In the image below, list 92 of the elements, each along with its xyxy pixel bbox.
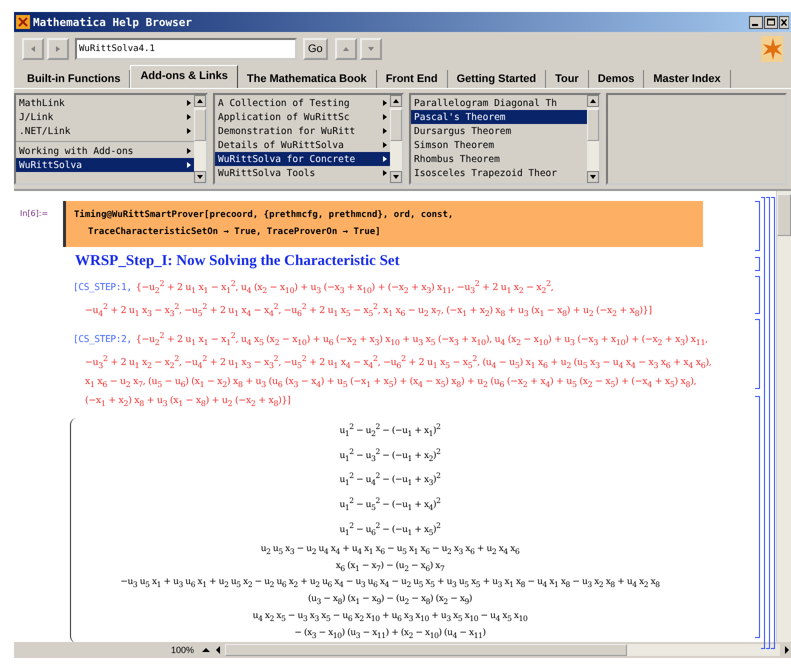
list-item[interactable]: WuRittSolva Tools	[215, 166, 390, 180]
fraction-numerator: u$_{4}$ x$_{2}$ x$_{5}$ − u$_{3}$ x$_{3}$ x$_{5}$ − u$_{6}$ x$_{2}$ x$_{10}$ + u$_{6}$ x$_{3}$ x$_{10}$ + u$_{3}$ x$_{5}$ x$_{10}$ − u$_{4}$ x$_{5}$ x$_{10}$	[252, 610, 528, 625]
scrollbar[interactable]	[390, 95, 402, 183]
left-arrow-icon	[29, 45, 37, 53]
scroll-down-icon[interactable]	[194, 171, 206, 183]
fraction-numerator: −u$_{3}$ u$_{5}$ x$_{1}$ + u$_{3}$ u$_{6}$ x$_{1}$ + u$_{2}$ u$_{5}$ x$_{2}$ − u$_{2}$ u$_{6}$ x$_{2}$ + u$_{2}$ u$_{6}$ x$_{4}$ − u$_{3}$ u$_{6}$ x$_{4}$ − u$_{2}$ u$_{5}$ x$_{5}$ + u$_{3}$ u$_{5}$ x$_{5}$ + u$_{3}$ x$_{1}$ x$_{8}$ − u$_{4}$ x$_{1}$ x$_{8}$ − u$_{3}$ x$_{2}$ x$_{8}$ + u$_{4}$ x$_{2}$ x$_{8}$	[120, 576, 660, 592]
group-bracket[interactable]	[766, 197, 770, 649]
cell-bracket[interactable]	[755, 396, 760, 638]
submenu-arrow-icon	[383, 100, 387, 106]
list-item[interactable]: Simson Theorem	[411, 138, 587, 152]
list-item[interactable]: Pascal's Theorem	[411, 110, 587, 124]
math-expression: u$_{1}$$^{2}$ − u$_{3}$$^{2}$ − (−u$_{1}$ + x$_{2}$)$^{2}$	[339, 446, 441, 464]
tab[interactable]: Add-ons & Links	[130, 65, 238, 88]
list-item[interactable]: Rhombus Theorem	[411, 152, 587, 166]
right-arrow-icon	[54, 45, 62, 53]
list-item[interactable]: Parallelogram Diagonal Th	[411, 96, 587, 110]
submenu-arrow-icon	[383, 156, 387, 162]
list-item[interactable]: Working with Add-ons	[16, 144, 194, 158]
list-item[interactable]: WuRittSolva for Concrete	[215, 152, 390, 166]
math-expression: u$_{1}$$^{2}$ − u$_{6}$$^{2}$ − (−u$_{1}$ + x$_{5}$)$^{2}$	[339, 520, 441, 539]
submenu-arrow-icon	[383, 114, 387, 120]
fraction-denominator: (u$_{3}$ − x$_{8}$) (x$_{1}$ − x$_{9}$) − (u$_{2}$ − x$_{8}$) (x$_{2}$ − x$_{9}$)	[308, 593, 472, 608]
math-expression: −u$_{4}$$^{2}$ + 2 u$_{1}$ x$_{3}$ − x$_{3}$$^{2}$, −u$_{5}$$^{2}$ + 2 u$_{1}$ x$_{4}$ − x$_{4}$$^{2}$, −u$_{6}$$^{2}$ + 2 u$_{1}$ x$_{5}$ − x$_{5}$$^{2}$, x$_{1}$ x$_{6}$ − u$_{2}$ x$_{7}$, (−x$_{1}$ + x$_{2}$) x$_{8}$ + u$_{3}$ (x$_{1}$ − x$_{8}$) + u$_{2}$ (−x$_{2}$ + x$_{8}$)}]	[85, 305, 652, 316]
fraction-denominator: − (x$_{3}$ − x$_{10}$) (u$_{3}$ − x$_{11}$) + (x$_{2}$ − x$_{10}$) (u$_{4}$ − x$_{11}$)	[294, 626, 486, 642]
submenu-arrow-icon	[383, 128, 387, 134]
code-line: Timing@WuRittSmartProver[precoord, {prethmcfg, prethmcnd}, ord, const,	[74, 208, 454, 222]
cell-bracket[interactable]	[755, 201, 760, 251]
list-item[interactable]: Dursargus Theorem	[411, 124, 587, 138]
scroll-up-icon[interactable]	[587, 95, 599, 107]
zoom-level[interactable]: 100%	[167, 645, 198, 655]
scroll-down-icon[interactable]	[587, 171, 599, 183]
submenu-arrow-icon	[187, 100, 191, 106]
go-button[interactable]: Go	[303, 38, 328, 60]
math-expression: u$_{1}$$^{2}$ − u$_{4}$$^{2}$ − (−u$_{1}$ + x$_{3}$)$^{2}$	[339, 470, 441, 490]
cell-bracket[interactable]	[755, 319, 760, 389]
submenu-arrow-icon	[187, 162, 191, 168]
math-expression: u$_{1}$$^{2}$ − u$_{2}$$^{2}$ − (−u$_{1}$ + x$_{1}$)$^{2}$	[339, 420, 441, 440]
math-expression: x$_{1}$ x$_{6}$ − u$_{2}$ x$_{7}$, (u$_{5}$ − u$_{6}$) (x$_{1}$ − x$_{2}$) x$_{8}$ + u$_{3}$ (u$_{6}$ (x$_{3}$ − x$_{4}$) + u$_{5}$ (−x$_{1}$ + x$_{5}$) + (x$_{4}$ − x$_{5}$) x$_{8}$) + u$_{2}$ (u$_{6}$ (−x$_{2}$ + x$_{4}$) + u$_{5}$ (x$_{2}$ − x$_{5}$) + (−x$_{4}$ + x$_{5}$) x$_{8}$),	[85, 376, 696, 387]
fraction-numerator: u$_{2}$ u$_{5}$ x$_{3}$ − u$_{2}$ u$_{4}$ x$_{4}$ + u$_{4}$ x$_{1}$ x$_{6}$ − u$_{5}$ x$_{1}$ x$_{6}$ − u$_{2}$ x$_{3}$ x$_{6}$ + u$_{2}$ x$_{4}$ x$_{6}$	[260, 542, 520, 558]
math-expression: {−u$_{2}$$^{2}$ + 2 u$_{1}$ x$_{1}$ − x$_{1}$$^{2}$, u$_{4}$ x$_{5}$ (x$_{2}$ − x$_{10}$) + u$_{6}$ (−x$_{2}$ + x$_{3}$) x$_{10}$ + u$_{3}$ x$_{5}$ (−x$_{3}$ + x$_{10}$), u$_{4}$ (x$_{2}$ − x$_{10}$) + u$_{3}$ (−x$_{3}$ + x$_{10}$) + (−x$_{2}$ + x$_{3}$) x$_{11}$,	[136, 334, 708, 346]
maximize-icon[interactable]	[764, 16, 778, 28]
submenu-arrow-icon	[383, 170, 387, 176]
submenu-arrow-icon	[187, 114, 191, 120]
submenu-arrow-icon	[187, 148, 191, 154]
up-button[interactable]	[334, 38, 357, 60]
zoom-up-icon[interactable]	[201, 645, 212, 655]
cell-bracket[interactable]	[755, 276, 760, 314]
down-button[interactable]	[360, 38, 382, 60]
list-item[interactable]: .NET/Link	[16, 124, 194, 138]
submenu-arrow-icon	[187, 128, 191, 134]
list-item[interactable]: Details of WuRittSolva	[215, 138, 390, 152]
back-button[interactable]	[22, 38, 44, 60]
math-expression: (−x$_{1}$ + x$_{2}$) x$_{8}$ + u$_{3}$ (x$_{1}$ − x$_{8}$) + u$_{2}$ (−x$_{2}$ + x$_{8}$)}]	[85, 394, 291, 406]
cell-bracket[interactable]	[755, 257, 760, 271]
vertical-scrollbar[interactable]	[776, 191, 791, 642]
app-icon	[16, 15, 30, 29]
list-item[interactable]: J/Link	[16, 110, 194, 124]
group-bracket[interactable]	[761, 197, 765, 649]
scrollbar[interactable]	[194, 95, 206, 183]
address-field[interactable]: WuRittSolva4.1	[75, 38, 297, 60]
list-item[interactable]: Demonstration for WuRitt	[215, 124, 390, 138]
minimize-icon[interactable]	[749, 16, 763, 28]
fraction-denominator: x$_{6}$ (x$_{1}$ − x$_{7}$) − (u$_{2}$ − x$_{6}$) x$_{7}$	[336, 560, 444, 574]
star-burst-icon	[761, 36, 783, 62]
step-label: [CS_STEP:2,	[73, 334, 132, 346]
window-title: Mathematica Help Browser	[33, 16, 192, 28]
math-expression: u$_{1}$$^{2}$ − u$_{5}$$^{2}$ − (−u$_{1}$ + x$_{4}$)$^{2}$	[339, 495, 441, 514]
math-expression: −u$_{3}$$^{2}$ + 2 u$_{1}$ x$_{2}$ − x$_{2}$$^{2}$, −u$_{4}$$^{2}$ + 2 u$_{1}$ x$_{3}$ − x$_{3}$$^{2}$, −u$_{5}$$^{2}$ + 2 u$_{1}$ x$_{4}$ − x$_{4}$$^{2}$, −u$_{6}$$^{2}$ + 2 u$_{1}$ x$_{5}$ − x$_{5}$$^{2}$, (u$_{4}$ − u$_{5}$) x$_{1}$ x$_{6}$ + u$_{2}$ (u$_{5}$ x$_{3}$ − u$_{4}$ x$_{4}$ − x$_{3}$ x$_{6}$ + x$_{4}$ x$_{6}$),	[85, 357, 712, 368]
input-label: In[6]:=	[20, 208, 50, 218]
list-item[interactable]: A Collection of Testing	[215, 96, 390, 110]
scroll-up-icon[interactable]	[390, 95, 402, 107]
math-expression: {−u$_{2}$$^{2}$ + 2 u$_{1}$ x$_{1}$ − x$_{1}$$^{2}$, u$_{4}$ (x$_{2}$ − x$_{10}$) + u$_{3}$ (−x$_{3}$ + x$_{10}$) + (−x$_{2}$ + x$_{3}$) x$_{11}$, −u$_{3}$$^{2}$ + 2 u$_{1}$ x$_{2}$ − x$_{2}$$^{2}$,	[136, 282, 554, 294]
up-arrow-icon	[342, 45, 350, 53]
close-icon[interactable]	[779, 16, 789, 28]
list-item[interactable]: Isosceles Trapezoid Theor	[411, 166, 587, 180]
scroll-up-icon[interactable]	[194, 95, 206, 107]
list-item[interactable]: WuRittSolva	[16, 158, 194, 172]
input-cell[interactable]: Timing@WuRittSmartProver[precoord, {prethmcfg, prethmcnd}, ord, const, TraceCharacteristicSetOn → True, TraceProverOn → True]	[63, 201, 703, 247]
submenu-arrow-icon	[383, 142, 387, 148]
section-heading: WRSP_Step_I: Now Solving the Characteristic Set	[75, 253, 401, 270]
forward-button[interactable]	[47, 38, 69, 60]
code-line: TraceCharacteristicSetOn → True, TraceProverOn → True]	[87, 226, 382, 239]
step-label: [CS_STEP:1,	[73, 282, 132, 294]
scrollbar[interactable]	[587, 95, 599, 183]
scroll-down-icon[interactable]	[390, 171, 402, 183]
group-bracket[interactable]	[771, 197, 775, 649]
horizontal-scrollbar[interactable]	[225, 644, 780, 656]
list-item[interactable]: Application of WuRittSc	[215, 110, 390, 124]
list-item[interactable]: MathLink	[16, 96, 194, 110]
scroll-left-icon[interactable]	[214, 645, 222, 655]
down-arrow-icon	[366, 45, 375, 53]
scroll-right-icon[interactable]	[783, 645, 791, 655]
